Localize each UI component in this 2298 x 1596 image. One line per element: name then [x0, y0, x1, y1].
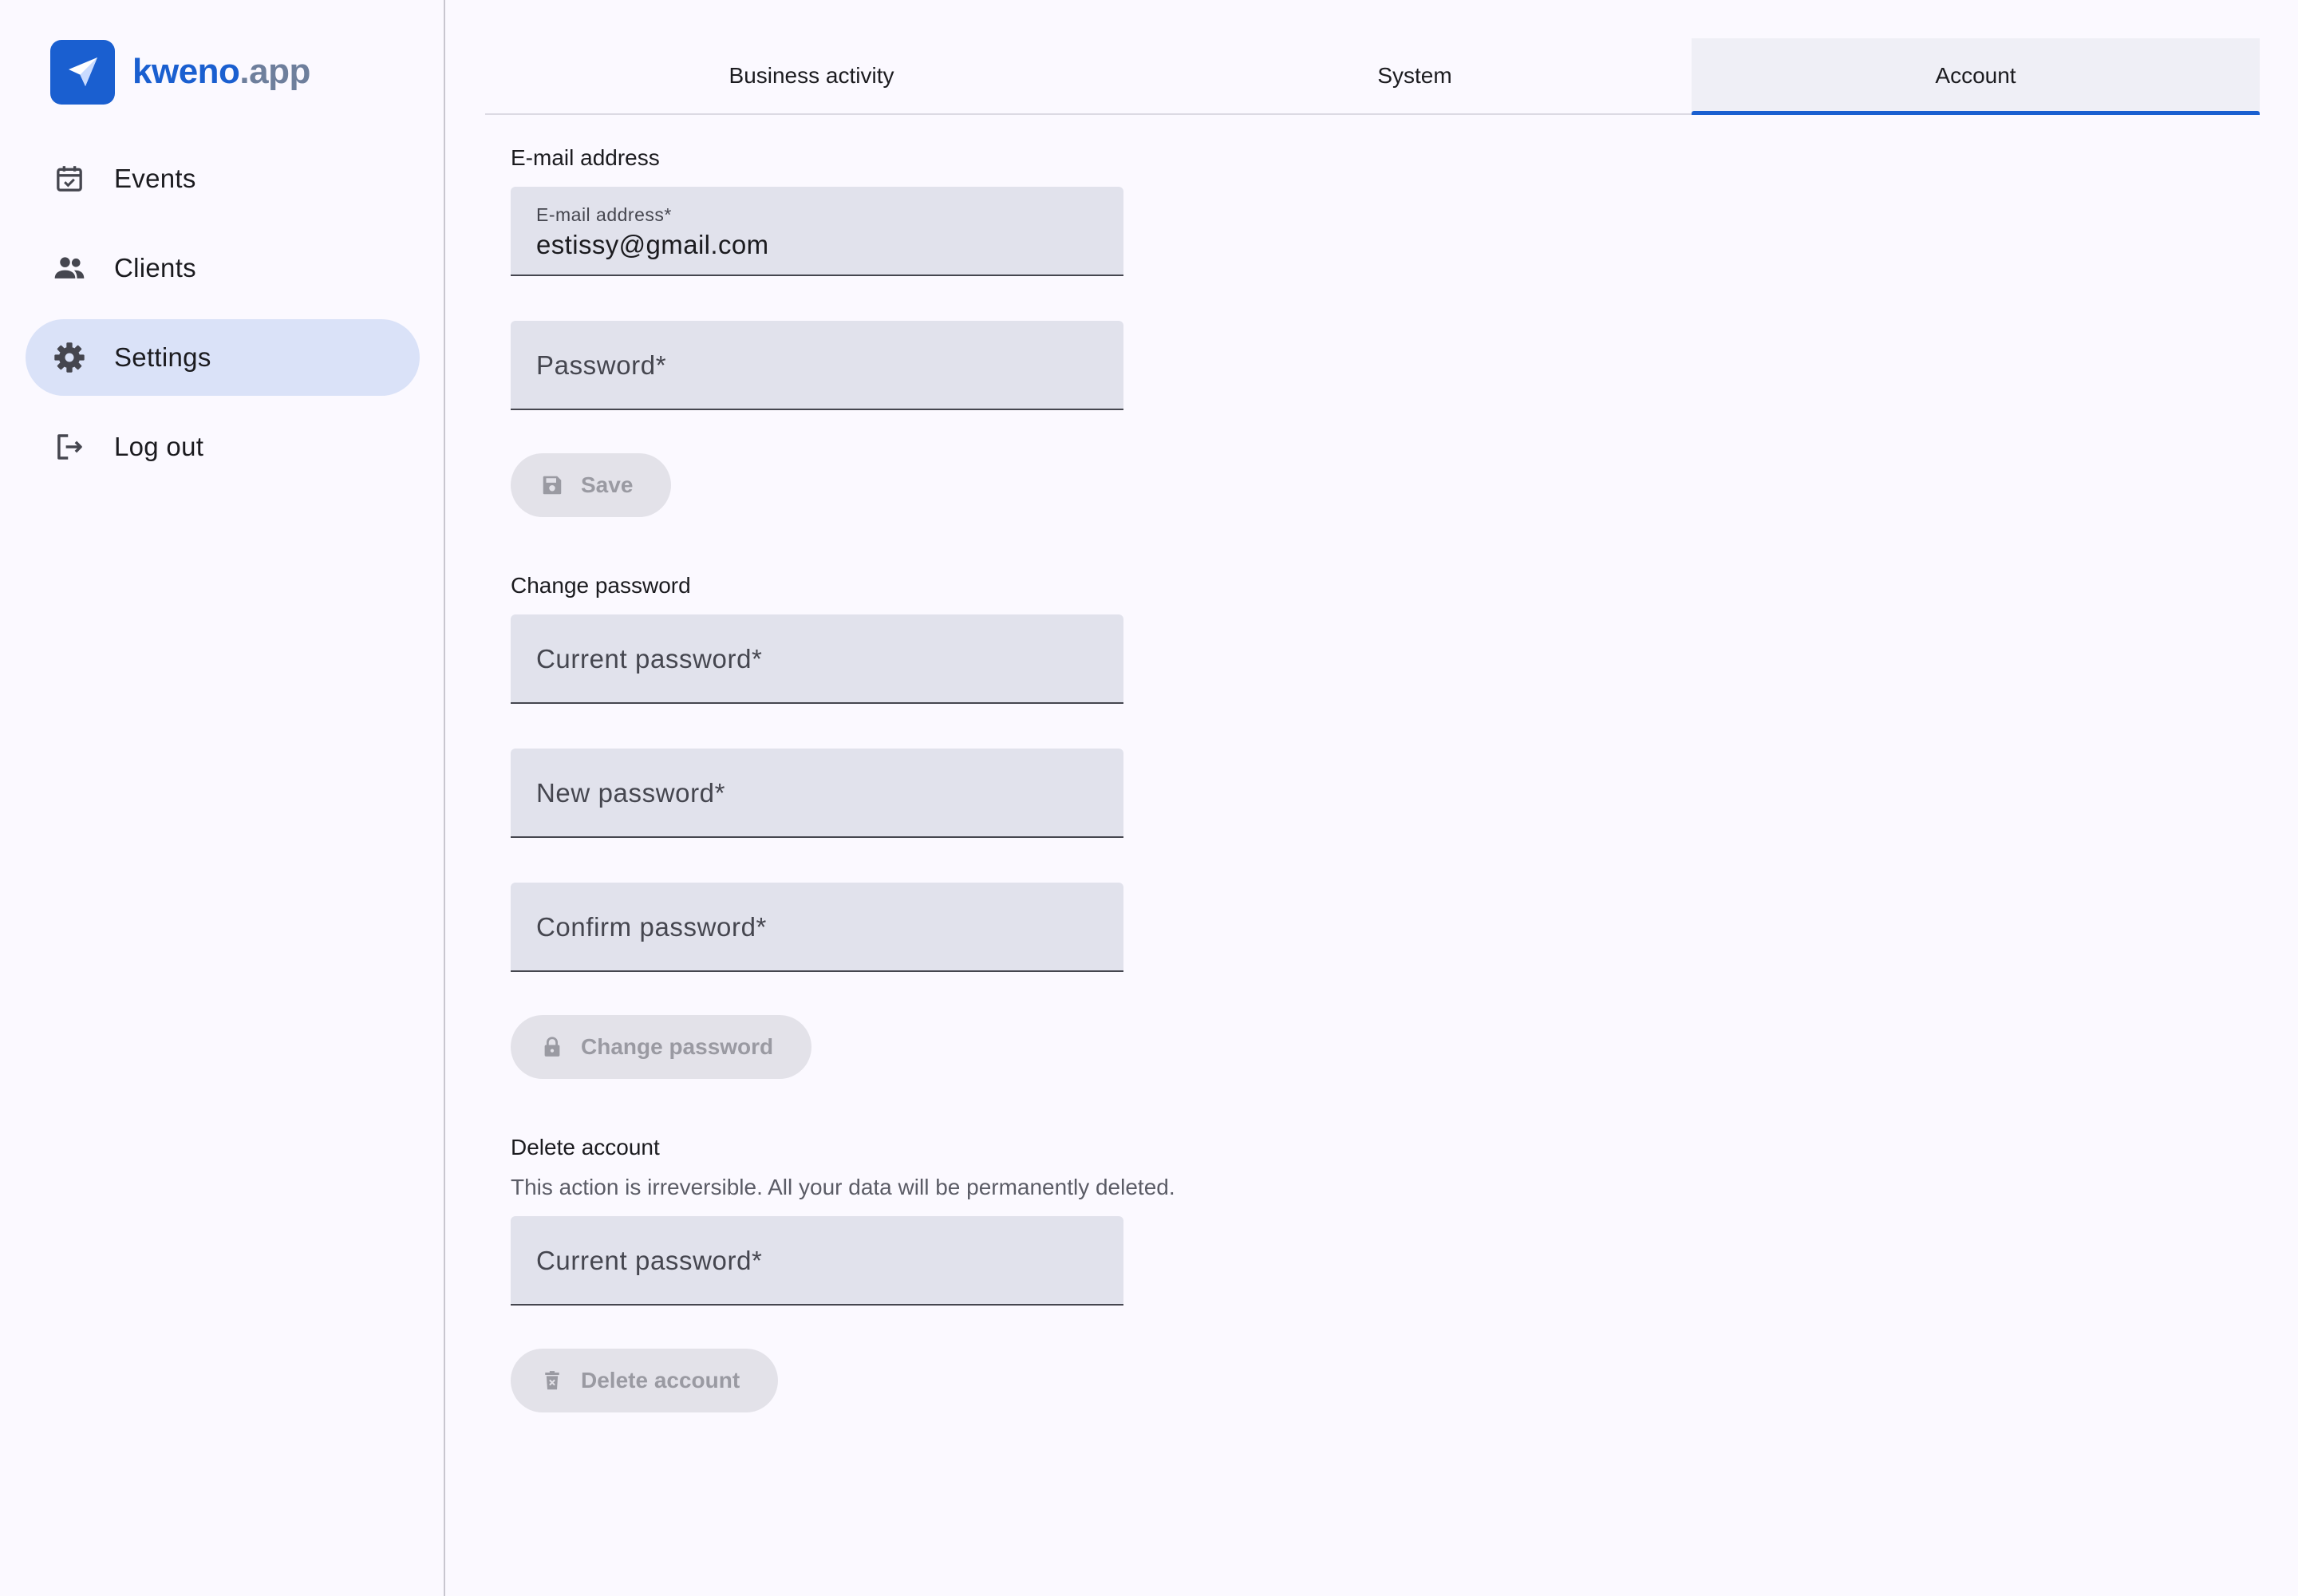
sidebar-item-label: Events — [114, 164, 196, 193]
confirm-password-placeholder: Confirm password* — [536, 912, 767, 942]
change-password-section-title: Change password — [511, 573, 691, 598]
brand-name-main: kweno — [132, 52, 240, 91]
email-field-label: E-mail address* — [536, 204, 672, 225]
sidebar: kweno.app Events Clients Settings Log ou… — [0, 0, 445, 1596]
calendar-check-icon — [52, 161, 87, 196]
sidebar-item-clients[interactable]: Clients — [26, 230, 420, 306]
people-icon — [52, 251, 87, 286]
brand[interactable]: kweno.app — [50, 39, 310, 105]
tab-business-activity[interactable]: Business activity — [485, 38, 1138, 113]
tab-system[interactable]: System — [1138, 38, 1692, 113]
confirm-password-field[interactable]: Confirm password* — [511, 883, 1123, 972]
current-password-placeholder: Current password* — [536, 644, 763, 674]
delete-account-description: This action is irreversible. All your da… — [511, 1175, 1175, 1199]
email-field-value: estissy@gmail.com — [536, 230, 769, 259]
delete-current-password-field[interactable]: Current password* — [511, 1216, 1123, 1306]
sidebar-item-label: Clients — [114, 253, 196, 282]
password-field[interactable]: Password* — [511, 321, 1123, 410]
save-button-label: Save — [581, 472, 634, 497]
sidebar-item-settings[interactable]: Settings — [26, 319, 420, 396]
sidebar-item-logout[interactable]: Log out — [26, 409, 420, 485]
change-password-button-label: Change password — [581, 1034, 774, 1059]
delete-account-section-title: Delete account — [511, 1135, 660, 1159]
paper-plane-logo-icon — [50, 39, 115, 105]
delete-account-button-label: Delete account — [581, 1368, 740, 1393]
trash-icon — [539, 1368, 565, 1393]
gear-icon — [52, 340, 87, 375]
logout-icon — [52, 429, 87, 464]
brand-name: kweno.app — [132, 52, 310, 92]
delete-account-button[interactable]: Delete account — [511, 1349, 779, 1412]
sidebar-item-events[interactable]: Events — [26, 140, 420, 217]
delete-current-password-placeholder: Current password* — [536, 1246, 763, 1275]
sidebar-item-label: Settings — [114, 342, 211, 372]
email-field[interactable]: E-mail address* estissy@gmail.com — [511, 187, 1123, 276]
settings-tabs: Business activity System Account — [485, 38, 2260, 115]
tab-account[interactable]: Account — [1692, 38, 2260, 115]
lock-icon — [539, 1034, 565, 1060]
change-password-button[interactable]: Change password — [511, 1015, 812, 1079]
main-content: Business activity System Account E-mail … — [447, 0, 2298, 1596]
sidebar-item-label: Log out — [114, 432, 204, 461]
current-password-field[interactable]: Current password* — [511, 614, 1123, 704]
save-button[interactable]: Save — [511, 453, 672, 517]
new-password-placeholder: New password* — [536, 778, 726, 808]
password-field-placeholder: Password* — [536, 350, 667, 380]
email-section-title: E-mail address — [511, 145, 660, 170]
new-password-field[interactable]: New password* — [511, 749, 1123, 838]
brand-name-tld: .app — [239, 52, 310, 91]
save-icon — [539, 472, 565, 498]
sidebar-nav: Events Clients Settings Log out — [26, 140, 420, 498]
account-settings-form: E-mail address E-mail address* estissy@g… — [511, 136, 1628, 1412]
app-root: kweno.app Events Clients Settings Log ou… — [0, 0, 2298, 1596]
